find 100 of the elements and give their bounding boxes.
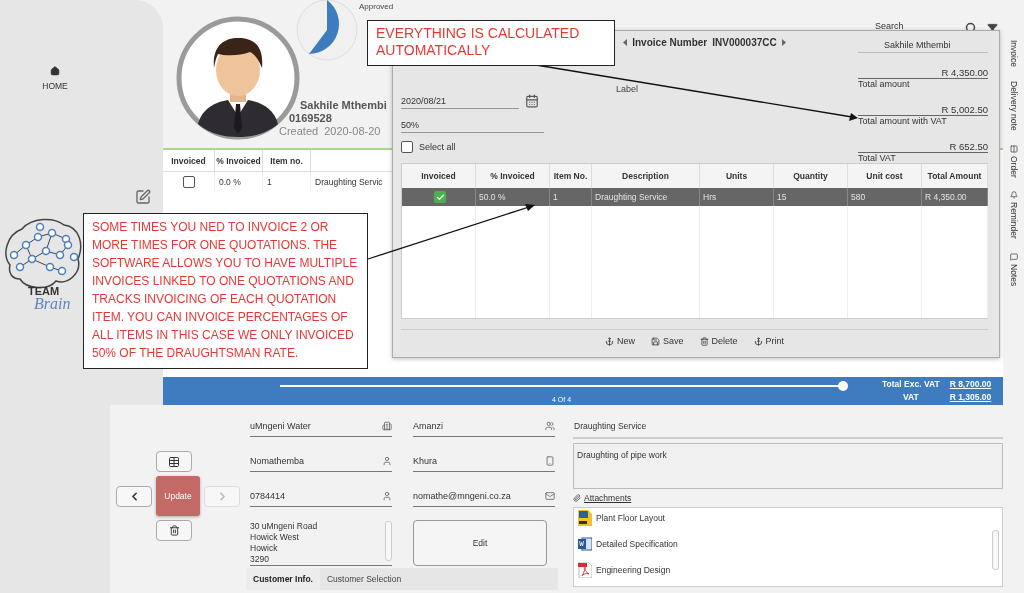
columns-icon <box>1009 144 1018 153</box>
select-all-checkbox[interactable] <box>401 141 413 153</box>
column-header: Invoiced <box>163 150 215 172</box>
column-header: Description <box>592 164 700 188</box>
annotation-callout: EVERYTHING IS CALCULATED AUTOMATICALLY <box>367 20 615 66</box>
word-document-icon <box>578 536 592 552</box>
scrollbar[interactable] <box>385 521 392 561</box>
label-text: Label <box>616 84 639 94</box>
side-tab[interactable]: Reminder <box>1008 191 1019 240</box>
total-value: R 4,350.00 <box>858 67 988 79</box>
building-icon <box>382 420 392 431</box>
input-field[interactable]: uMngeni Water <box>250 415 392 437</box>
attachments-link[interactable]: Attachments <box>584 493 632 503</box>
save-icon <box>651 336 660 346</box>
caret-right-icon[interactable] <box>781 39 786 46</box>
summary-value: R 1,305.00 <box>949 391 992 404</box>
dialog-action-button[interactable]: Print <box>753 336 785 346</box>
paperclip-icon <box>573 494 581 502</box>
checkbox-label: Select all <box>419 142 456 152</box>
total-value: R 652.50 <box>858 141 988 153</box>
edit-icon[interactable] <box>135 189 151 205</box>
anchor-icon <box>753 336 763 346</box>
side-tab[interactable]: Delivery note <box>1008 80 1019 131</box>
invoiced-checkbox[interactable] <box>182 176 195 188</box>
home-nav-item[interactable]: HOME <box>32 66 78 91</box>
address-field[interactable]: 30 uMngeni Road Howick West Howick 3290 <box>250 520 392 566</box>
table-cell: Hrs <box>700 188 774 206</box>
customer-field[interactable]: Sakhile Mthembi <box>858 37 988 53</box>
tab[interactable]: Customer Info. <box>246 568 320 590</box>
table-icon <box>168 455 180 468</box>
total-caption: Total amount <box>858 79 911 90</box>
profile-number: 0169528 <box>289 112 332 125</box>
edit-button[interactable]: Edit <box>413 520 547 566</box>
attachment-name[interactable]: Engineering Design <box>596 565 671 575</box>
total-value: R 5,002.50 <box>858 104 988 116</box>
table-cell: 0.0 % <box>215 172 263 192</box>
table-cell: 50.0 % <box>476 188 550 206</box>
slider-thumb[interactable] <box>838 381 848 391</box>
percent-field[interactable]: 50% <box>401 117 544 133</box>
description-field[interactable]: Draughting of pipe work <box>573 443 1003 489</box>
column-header: Unit cost <box>848 164 922 188</box>
table-cell: Draughting Service <box>592 188 700 206</box>
input-field[interactable]: Khura <box>413 450 555 472</box>
invoice-number: INV000037CC <box>712 37 777 48</box>
home-icon <box>50 66 60 76</box>
input-field[interactable]: 0784414 <box>250 485 392 507</box>
person-icon <box>382 455 392 466</box>
invoice-number-label: Invoice Number <box>632 37 708 48</box>
created-date: 2020-08-20 <box>324 125 381 138</box>
date-field[interactable]: 2020/08/21 <box>401 93 519 109</box>
calendar-icon[interactable] <box>525 94 539 108</box>
bell-icon <box>1009 191 1018 200</box>
pdf-file-icon <box>578 562 592 578</box>
scrollbar[interactable] <box>992 530 999 570</box>
table-cell: R 4,350.00 <box>922 188 988 206</box>
invoiced-checkbox[interactable] <box>434 191 446 203</box>
summary-label: VAT <box>901 391 920 404</box>
list-view-button[interactable] <box>156 451 192 472</box>
logo-text: TEAM <box>28 285 61 297</box>
attachment-name[interactable]: Detailed Specification <box>596 539 678 549</box>
table-cell: 1 <box>550 188 592 206</box>
column-header: Units <box>700 164 774 188</box>
attachment-name[interactable]: Plant Floor Layout <box>596 513 665 523</box>
drawing-file-icon <box>578 510 592 526</box>
side-tab[interactable]: Notes <box>1008 253 1019 287</box>
item-title-field[interactable]: Draughting Service <box>573 421 1003 439</box>
profile-name: Sakhile Mthembi <box>300 99 387 112</box>
side-tab[interactable]: Order <box>1008 144 1019 178</box>
summary-value: R 8,700.00 <box>949 378 992 391</box>
people-icon <box>545 420 555 431</box>
side-tab[interactable]: Invoice <box>1008 40 1019 67</box>
delete-button[interactable] <box>156 520 192 541</box>
dialog-action-button[interactable]: Delete <box>699 336 738 346</box>
created-label: Created <box>279 125 319 138</box>
table-cell: 580 <box>848 188 922 206</box>
column-header: Item No. <box>550 164 592 188</box>
caret-left-icon[interactable] <box>623 39 628 46</box>
input-field[interactable]: nomathe@mngeni.co.za <box>413 485 555 507</box>
input-field[interactable]: Amanzi <box>413 415 555 437</box>
trash-icon <box>168 525 180 536</box>
search-field[interactable]: Search <box>875 21 965 31</box>
dialog-action-button[interactable]: Save <box>651 336 684 346</box>
total-caption: Total VAT <box>858 153 897 164</box>
annotation-callout: SOME TIMES YOU NED TO INVOICE 2 OR MORE TIMES FOR ONE QUOTATIONS. THE SOFTWARE ALLOWS YOU TO HAVE MULTIPLE INVOICES LINKED TO ONE QUOTATIONS AND TRACKS INVOICING OF EACH QUOTATION ITEM. YOU CAN INVOICE PERCENTAGES OF ALL ITEMS IN THIS CASE WE ONLY INVOICED 50% OF THE DRAUGHTSMAN RATE. <box>83 213 368 369</box>
column-header: Invoiced <box>402 164 476 188</box>
dialog-action-button[interactable]: New <box>604 336 635 346</box>
update-button[interactable]: Update <box>156 476 200 516</box>
logo-text: Brain <box>34 295 72 313</box>
column-header: Total Amount <box>922 164 988 188</box>
input-field[interactable]: Nomathemba <box>250 450 392 472</box>
tab[interactable]: Customer Selection <box>320 568 409 590</box>
column-header: Item no. <box>263 150 311 172</box>
table-cell: 15 <box>774 188 848 206</box>
total-caption: Total amount with VAT <box>858 116 948 127</box>
table-cell: 1 <box>263 172 311 192</box>
person-icon <box>382 490 392 501</box>
column-header: % Invoiced <box>476 164 550 188</box>
anchor-icon <box>604 336 614 346</box>
trash-icon <box>699 336 709 346</box>
summary-label: Total Exc. VAT <box>882 378 940 391</box>
